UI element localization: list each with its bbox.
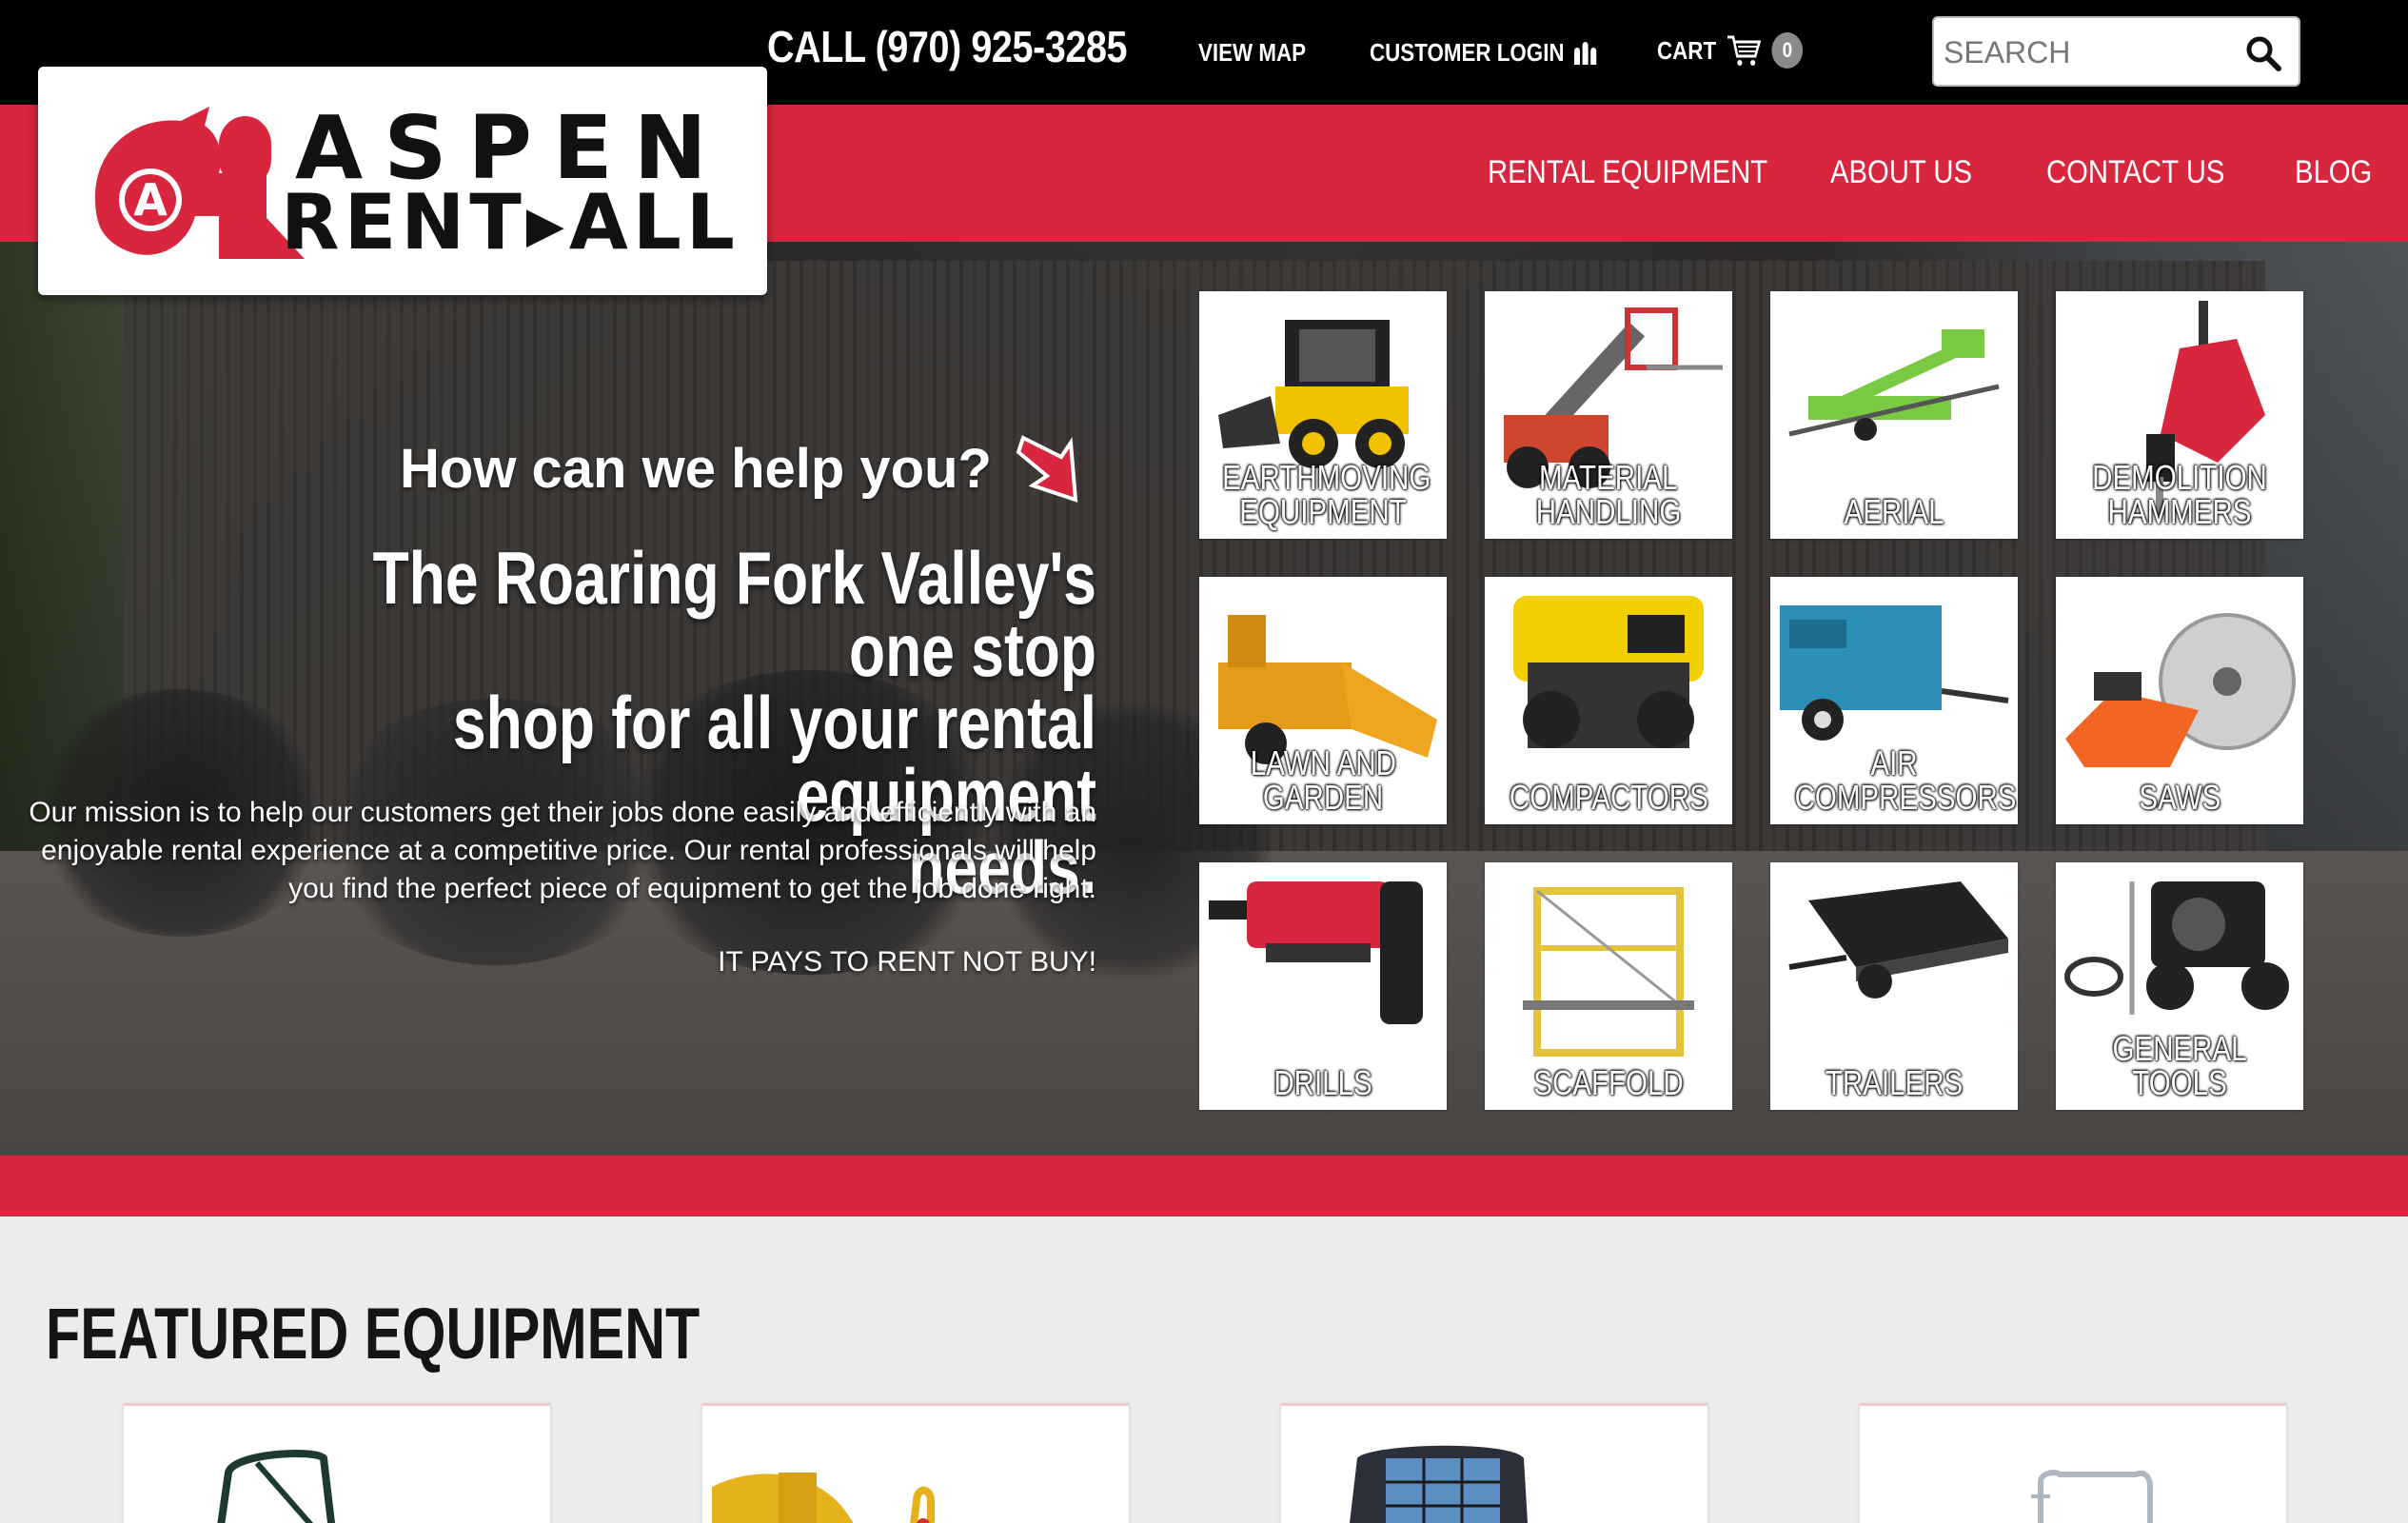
tile-label: SCAFFOLD bbox=[1533, 1063, 1684, 1102]
tile-label: EARTHMOVING EQUIPMENT bbox=[1222, 458, 1431, 531]
tile-label: COMPACTORS bbox=[1509, 778, 1708, 817]
logo-mark-letter: A bbox=[133, 174, 168, 226]
cart-icon bbox=[1727, 35, 1762, 66]
tile-label: MATERIAL HANDLING bbox=[1535, 458, 1682, 531]
tile-label: LAWN AND GARDEN bbox=[1250, 743, 1396, 817]
view-map-label: VIEW MAP bbox=[1198, 38, 1307, 67]
search-input[interactable] bbox=[1944, 30, 2229, 75]
category-tile-demolition-hammers[interactable]: DEMOLITION HAMMERS bbox=[2056, 291, 2303, 539]
category-tile-compactors[interactable]: COMPACTORS bbox=[1485, 577, 1732, 824]
cart-label: CART bbox=[1657, 35, 1717, 65]
category-tile-aerial[interactable]: AERIAL bbox=[1770, 291, 2018, 539]
nav-contact-us[interactable]: CONTACT US bbox=[2046, 154, 2224, 191]
customer-login-label: CUSTOMER LOGIN bbox=[1370, 38, 1565, 67]
category-tile-drills[interactable]: DRILLS bbox=[1199, 862, 1447, 1110]
featured-item-card[interactable] bbox=[1281, 1403, 1707, 1523]
tile-label: TRAILERS bbox=[1825, 1063, 1964, 1102]
cart-count-badge: 0 bbox=[1771, 32, 1804, 69]
logo-mark-icon: A bbox=[95, 107, 305, 259]
featured-item-card[interactable] bbox=[1860, 1403, 2286, 1523]
category-tile-earthmoving[interactable]: EARTHMOVING EQUIPMENT bbox=[1199, 291, 1447, 539]
hero-section: How can we help you? The Roaring Fork Va… bbox=[0, 242, 2408, 1156]
tile-label: AIR COMPRESSORS bbox=[1794, 743, 2017, 817]
category-tile-air-compressors[interactable]: AIR COMPRESSORS bbox=[1770, 577, 2018, 824]
customer-login-link[interactable]: CUSTOMER LOGIN bbox=[1370, 38, 1597, 68]
view-map-link[interactable]: VIEW MAP bbox=[1198, 38, 1306, 68]
hero-help-heading: How can we help you? bbox=[400, 438, 992, 500]
tile-label: SAWS bbox=[2139, 778, 2220, 817]
nav-rental-equipment[interactable]: RENTAL EQUIPMENT bbox=[1488, 154, 1767, 191]
category-tile-scaffold[interactable]: SCAFFOLD bbox=[1485, 862, 1732, 1110]
featured-equipment-heading: FEATURED EQUIPMENT bbox=[46, 1294, 701, 1375]
category-tile-lawn-garden[interactable]: LAWN AND GARDEN bbox=[1199, 577, 1447, 824]
search-icon[interactable] bbox=[2245, 35, 2281, 71]
category-tile-trailers[interactable]: TRAILERS bbox=[1770, 862, 2018, 1110]
featured-item-card[interactable] bbox=[124, 1403, 550, 1523]
tile-label: DRILLS bbox=[1273, 1063, 1372, 1102]
featured-item-card[interactable] bbox=[702, 1403, 1129, 1523]
hero-slogan: IT PAYS TO RENT NOT BUY! bbox=[718, 946, 1096, 978]
people-icon bbox=[1573, 41, 1597, 65]
category-tile-general-tools[interactable]: GENERAL TOOLS bbox=[2056, 862, 2303, 1110]
tile-label: AERIAL bbox=[1844, 492, 1944, 531]
featured-item-image bbox=[217, 1450, 336, 1523]
featured-item-image bbox=[1350, 1445, 1528, 1523]
tile-label: GENERAL TOOLS bbox=[2112, 1029, 2247, 1102]
category-grid: EARTHMOVING EQUIPMENT MATERIAL HANDLING AE… bbox=[1199, 291, 2303, 1116]
hero-headline-line1: The Roaring Fork Valley's one stop bbox=[372, 536, 1096, 692]
site-logo[interactable]: A ASPEN RENT▸ALL bbox=[38, 67, 767, 295]
hero-mission-text: Our mission is to help our customers get… bbox=[29, 797, 1096, 904]
featured-item-image bbox=[2031, 1470, 2153, 1523]
hero-bottom-strip bbox=[0, 1156, 2408, 1216]
featured-item-image bbox=[712, 1473, 935, 1523]
search-box bbox=[1932, 16, 2300, 87]
nav-about-us[interactable]: ABOUT US bbox=[1830, 154, 1972, 191]
tile-label: DEMOLITION HAMMERS bbox=[2092, 458, 2267, 531]
phone-number[interactable]: CALL (970) 925-3285 bbox=[767, 21, 1128, 72]
cart-link[interactable]: CART 0 bbox=[1657, 32, 1804, 69]
logo-text-rentall: RENT▸ALL bbox=[281, 178, 740, 267]
red-arrow-icon bbox=[1016, 435, 1078, 503]
nav-blog[interactable]: BLOG bbox=[2295, 154, 2372, 191]
category-tile-saws[interactable]: SAWS bbox=[2056, 577, 2303, 824]
category-tile-material-handling[interactable]: MATERIAL HANDLING bbox=[1485, 291, 1732, 539]
